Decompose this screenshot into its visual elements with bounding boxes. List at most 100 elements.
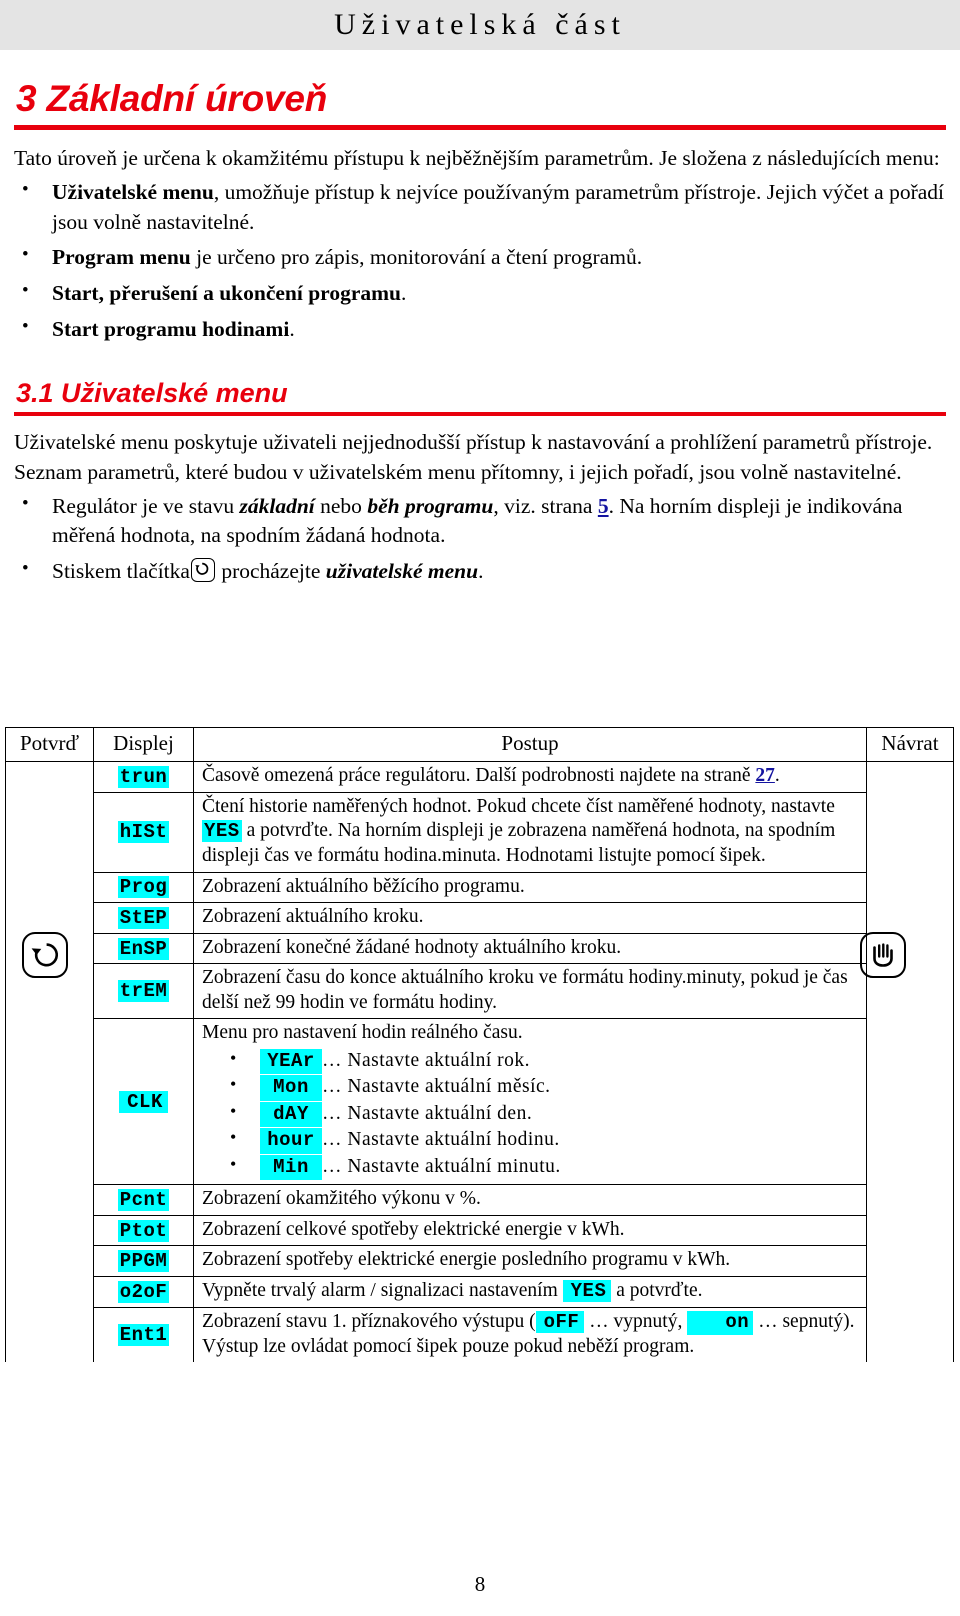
steps-text: Vypněte trvalý alarm / signalizaci nasta… — [202, 1279, 563, 1301]
table-row: Ptot Zobrazení celkové spotřeby elektric… — [5, 1214, 954, 1247]
back-cell — [866, 963, 954, 1019]
bullet-term: Start, přerušení a ukončení programu — [52, 281, 401, 306]
steps-text: Časově omezená práce regulátoru. Další p… — [202, 765, 756, 786]
steps-text-mid: … vypnutý, — [584, 1310, 688, 1332]
loop-key-icon — [190, 558, 215, 583]
table-row: trEM Zobrazení času do konce aktuálního … — [5, 963, 954, 1020]
display-cell: PPGM — [93, 1245, 194, 1277]
steps-cell: Zobrazení spotřeby elektrické energie po… — [193, 1245, 867, 1277]
steps-text: Menu pro nastavení hodin reálného času. — [202, 1022, 523, 1044]
value-chip-hour: hour — [260, 1128, 322, 1154]
confirm-cell — [5, 1215, 94, 1246]
display-code-ptot: Ptot — [117, 1219, 170, 1242]
section-heading-rule — [14, 412, 946, 417]
list-item: Stiskem tlačítka procházejte uživatelské… — [14, 556, 946, 587]
procedure-table-container: Potvrď Displej Postup Návrat trun Časově… — [5, 727, 955, 1363]
value-chip-minute: Min — [260, 1154, 322, 1181]
value-chip-off: oFF — [535, 1310, 585, 1333]
table-header-row: Potvrď Displej Postup Návrat — [5, 727, 954, 762]
steps-cell: Vypněte trvalý alarm / signalizaci nasta… — [193, 1275, 867, 1308]
back-cell — [866, 1018, 954, 1185]
bullet-text: . — [289, 316, 295, 341]
back-cell — [866, 1215, 954, 1246]
display-cell: hISt — [93, 791, 194, 873]
subitem-text: … Nastavte aktuální den. — [322, 1102, 533, 1124]
value-chip-day: dAY — [260, 1101, 322, 1128]
chapter-bullet-list: Uživatelské menu, umožňuje přístup k nej… — [14, 177, 946, 344]
list-item: Mon… Nastavte aktuální měsíc. — [202, 1072, 858, 1101]
display-cell: trEM — [93, 963, 194, 1020]
column-header-confirm: Potvrď — [5, 727, 94, 762]
display-code-pcnt: Pcnt — [117, 1189, 170, 1212]
list-item: Min… Nastavte aktuální minutu. — [202, 1152, 858, 1181]
display-cell: trun — [93, 761, 194, 793]
bullet-text: . — [401, 281, 407, 306]
table-row: CLK Menu pro nastavení hodin reálného ča… — [5, 1018, 954, 1186]
display-code-prog: Prog — [117, 876, 170, 899]
bullet-emphasis-program-run: běh programu — [367, 493, 494, 518]
steps-cell: Menu pro nastavení hodin reálného času. … — [193, 1018, 867, 1186]
display-code-o2of: o2oF — [117, 1280, 170, 1303]
steps-cell: Zobrazení okamžitého výkonu v %. — [193, 1184, 867, 1216]
subitem-text: … Nastavte aktuální měsíc. — [322, 1076, 551, 1098]
display-cell: EnSP — [93, 932, 194, 965]
bullet-emphasis-basic: základní — [239, 493, 315, 518]
bullet-emphasis-user-menu: uživatelské menu — [325, 559, 479, 584]
steps-cell: Zobrazení aktuálního běžícího programu. — [193, 871, 867, 904]
section-bullet-list: Regulátor je ve stavu základní nebo běh … — [14, 491, 946, 587]
display-cell: Pcnt — [93, 1184, 194, 1216]
table-row: StEP Zobrazení aktuálního kroku. — [5, 902, 954, 934]
display-cell: StEP — [93, 902, 194, 934]
steps-text-tail: a potvrďte. — [611, 1279, 703, 1301]
list-item: YEAr… Nastavte aktuální rok. — [202, 1046, 858, 1075]
list-item: dAY… Nastavte aktuální den. — [202, 1099, 858, 1128]
section-intro-paragraph: Uživatelské menu poskytuje uživateli nej… — [14, 430, 933, 485]
table-row: EnSP Zobrazení konečné žádané hodnoty ak… — [5, 932, 954, 965]
bullet-text-pre: Regulátor je ve stavu — [52, 493, 240, 518]
table-row: trun Časově omezená práce regulátoru. Da… — [5, 761, 954, 793]
subitem-text: … Nastavte aktuální minutu. — [322, 1155, 561, 1177]
value-chip-on: on — [687, 1310, 754, 1335]
display-code-trun: trun — [117, 765, 170, 788]
list-item: Uživatelské menu, umožňuje přístup k nej… — [14, 177, 946, 237]
value-chip-yes: YES — [202, 820, 242, 843]
section-heading: 3.1 Uživatelské menu — [16, 378, 288, 409]
bullet-text-mid: nebo — [314, 493, 368, 518]
back-cell — [866, 1245, 954, 1277]
chapter-intro-paragraph: Tato úroveň je určena k okamžitému příst… — [14, 146, 940, 171]
display-cell: CLK — [93, 1018, 194, 1186]
table-row: Ent1 Zobrazení stavu 1. příznakového výs… — [5, 1306, 954, 1363]
bullet-text-pre: Stiskem tlačítka — [52, 559, 190, 584]
back-cell — [866, 1276, 954, 1308]
bullet-text: je určeno pro zápis, monitorování a čten… — [190, 245, 643, 270]
confirm-cell — [5, 1245, 94, 1277]
value-chip-yes: YES — [562, 1279, 612, 1302]
page-cross-reference-link[interactable]: 27 — [755, 765, 775, 786]
confirm-cell — [5, 933, 94, 964]
display-cell: Ent1 — [93, 1306, 194, 1363]
bullet-text-mid: procházejte — [215, 559, 326, 584]
page-cross-reference-link[interactable]: 5 — [598, 494, 609, 518]
list-item: Start, přerušení a ukončení programu. — [14, 278, 946, 309]
steps-text-tail: . — [774, 765, 780, 786]
bullet-text-post: . — [478, 559, 484, 584]
table-row: hISt Čtení historie naměřených hodnot. P… — [5, 791, 954, 873]
table-row: Pcnt Zobrazení okamžitého výkonu v %. — [5, 1184, 954, 1216]
confirm-cell — [5, 1276, 94, 1308]
list-item: Program menu je určeno pro zápis, monito… — [14, 242, 946, 273]
chapter-heading-rule — [14, 125, 946, 131]
display-code-ensp: EnSP — [117, 937, 170, 960]
bullet-term: Program menu — [52, 245, 191, 270]
back-cell — [866, 1184, 954, 1216]
user-menu-procedure-table: Potvrď Displej Postup Návrat trun Časově… — [5, 727, 954, 1363]
display-cell: Prog — [93, 871, 194, 904]
confirm-cell — [5, 963, 94, 1019]
steps-text: Čtení historie naměřených hodnot. Pokud … — [202, 795, 835, 817]
display-code-ppgm: PPGM — [117, 1250, 170, 1273]
back-cell — [866, 1307, 954, 1363]
column-header-steps: Postup — [193, 727, 867, 762]
steps-cell: Zobrazení stavu 1. příznakového výstupu … — [193, 1306, 867, 1363]
confirm-cell — [5, 1307, 94, 1363]
back-cell — [866, 761, 954, 793]
